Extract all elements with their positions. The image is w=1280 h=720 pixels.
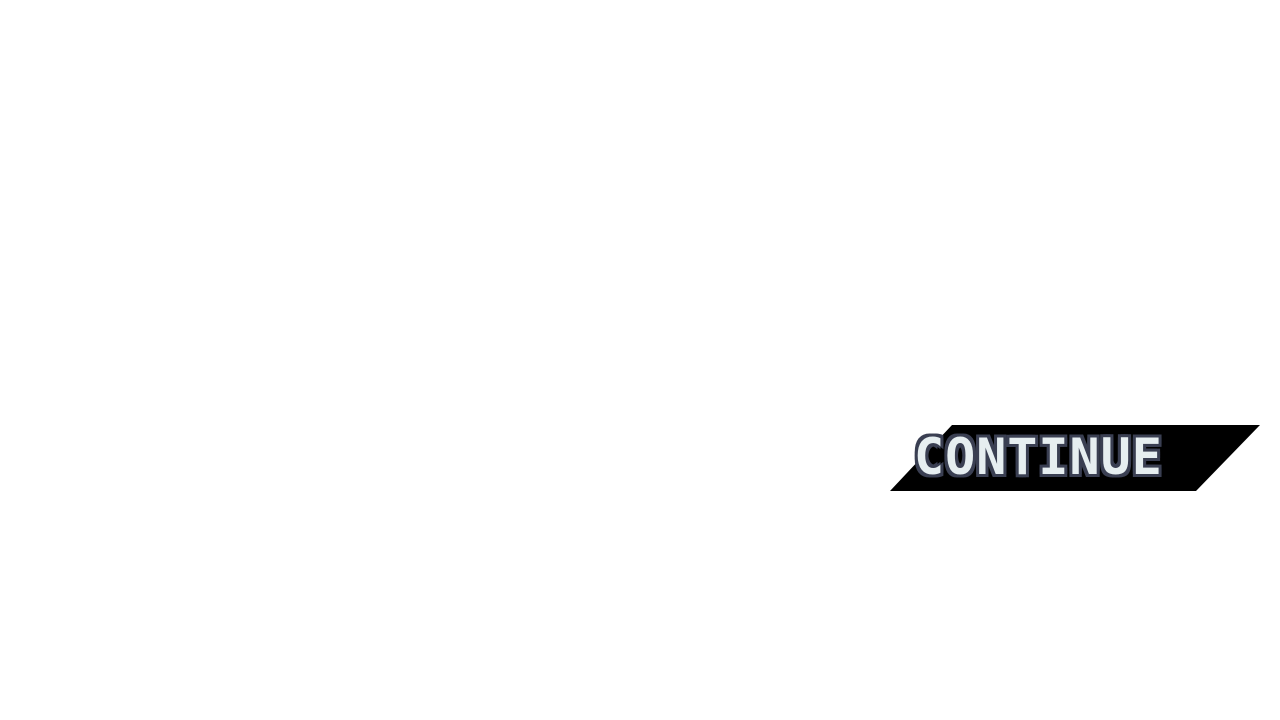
- continue-button[interactable]: CONTINUE: [890, 425, 1260, 491]
- game-screen: CONTINUE: [0, 0, 1280, 720]
- continue-label: CONTINUE: [914, 428, 1163, 486]
